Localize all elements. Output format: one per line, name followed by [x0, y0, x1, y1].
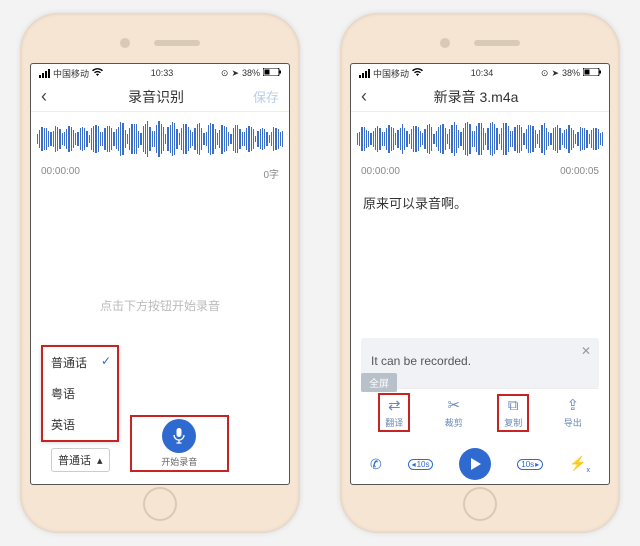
clock: 10:33: [151, 68, 174, 78]
time-start: 00:00:00: [41, 166, 80, 181]
waveform[interactable]: [31, 112, 289, 166]
record-button[interactable]: [162, 419, 196, 453]
tool-label: 翻译: [385, 416, 403, 429]
close-icon[interactable]: ✕: [581, 344, 591, 358]
page-title: 新录音 3.m4a: [385, 87, 567, 107]
time-end: 00:00:05: [560, 166, 599, 177]
lang-option-english[interactable]: 英语: [43, 409, 117, 440]
wifi-icon: [412, 68, 423, 78]
tool-cut[interactable]: ✂ 裁剪: [445, 396, 463, 429]
signal-icon: [39, 69, 50, 78]
status-bar: 中国移动 10:33 ⊙ ➤ 38%: [31, 64, 289, 82]
back-button[interactable]: ‹: [41, 86, 65, 107]
lang-option-cantonese[interactable]: 粤语: [43, 378, 117, 409]
wifi-icon: [92, 68, 103, 78]
content-area: 点击下方按钮开始录音 普通话 粤语 英语 普通话 ▴: [31, 185, 289, 484]
record-highlight: 开始录音: [130, 415, 229, 472]
rewind-button[interactable]: ◂10s: [408, 459, 434, 470]
carrier-label: 中国移动: [373, 67, 409, 80]
tool-translate[interactable]: ⇄ 翻译: [378, 393, 410, 432]
play-button[interactable]: [459, 448, 491, 480]
chevron-up-icon: ▴: [97, 454, 103, 467]
signal-icon: [359, 69, 370, 78]
clock: 10:34: [471, 68, 494, 78]
home-button-area: [143, 485, 177, 523]
microphone-icon: [172, 427, 186, 445]
status-bar: 中国移动 10:34 ⊙ ➤ 38%: [351, 64, 609, 82]
content-area: 原来可以录音啊。 ✕ It can be recorded. 全屏 ⇄ 翻译 ✂…: [351, 181, 609, 444]
tool-label: 裁剪: [445, 416, 463, 429]
language-selected: 普通话: [58, 452, 91, 468]
phone-icon[interactable]: ✆: [370, 456, 382, 473]
word-count: 0字: [263, 166, 279, 181]
home-button-area: [463, 485, 497, 523]
play-icon: [470, 458, 481, 470]
transcript-text[interactable]: 原来可以录音啊。: [361, 189, 599, 212]
time-bar: 00:00:00 0字: [31, 166, 289, 185]
language-popup[interactable]: 普通话 粤语 英语: [41, 345, 119, 442]
screen-right: 中国移动 10:34 ⊙ ➤ 38% ‹ 新录音 3.m4a 00:00:00: [350, 63, 610, 485]
export-icon: ⇪: [566, 396, 579, 414]
translation-text: It can be recorded.: [371, 354, 471, 368]
forward-button[interactable]: 10s▸: [517, 459, 543, 470]
phone-hardware-top: [350, 23, 610, 63]
player-bar: ✆ ◂10s 10s▸ ⚡x: [351, 444, 609, 484]
phone-right: 中国移动 10:34 ⊙ ➤ 38% ‹ 新录音 3.m4a 00:00:00: [340, 13, 620, 533]
location-icon: ➤: [551, 68, 559, 79]
lang-option-mandarin[interactable]: 普通话: [43, 347, 117, 378]
location-icon: ➤: [231, 68, 239, 79]
screen-left: 中国移动 10:33 ⊙ ➤ 38% ‹ 录音识别 保存 00:00:00: [30, 63, 290, 485]
battery-label: 38%: [562, 68, 580, 78]
tool-label: 导出: [564, 416, 582, 429]
battery-icon: [583, 68, 601, 78]
speed-icon[interactable]: ⚡x: [569, 455, 590, 474]
save-button[interactable]: 保存: [247, 87, 279, 106]
tool-copy[interactable]: ⧉ 复制: [497, 394, 529, 432]
translate-icon: ⇄: [388, 396, 401, 414]
record-label: 开始录音: [161, 455, 197, 468]
back-button[interactable]: ‹: [361, 86, 385, 107]
battery-label: 38%: [242, 68, 260, 78]
toolbar: ⇄ 翻译 ✂ 裁剪 ⧉ 复制 ⇪ 导出: [361, 388, 599, 436]
page-title: 录音识别: [65, 87, 247, 107]
tool-label: 复制: [504, 416, 522, 429]
fullscreen-tag[interactable]: 全屏: [361, 373, 397, 392]
time-start: 00:00:00: [361, 166, 400, 177]
tool-export[interactable]: ⇪ 导出: [564, 396, 582, 429]
phone-hardware-top: [30, 23, 290, 63]
battery-icon: [263, 68, 281, 78]
nav-bar: ‹ 新录音 3.m4a: [351, 82, 609, 112]
home-button[interactable]: [143, 487, 177, 521]
time-bar: 00:00:00 00:00:05: [351, 166, 609, 181]
alarm-icon: ⊙: [541, 68, 549, 79]
cut-icon: ✂: [447, 396, 460, 414]
copy-icon: ⧉: [508, 397, 519, 414]
carrier-label: 中国移动: [53, 67, 89, 80]
home-button[interactable]: [463, 487, 497, 521]
language-selector[interactable]: 普通话 ▴: [51, 448, 110, 472]
nav-bar: ‹ 录音识别 保存: [31, 82, 289, 112]
alarm-icon: ⊙: [221, 68, 229, 79]
phone-left: 中国移动 10:33 ⊙ ➤ 38% ‹ 录音识别 保存 00:00:00: [20, 13, 300, 533]
waveform[interactable]: [351, 112, 609, 166]
